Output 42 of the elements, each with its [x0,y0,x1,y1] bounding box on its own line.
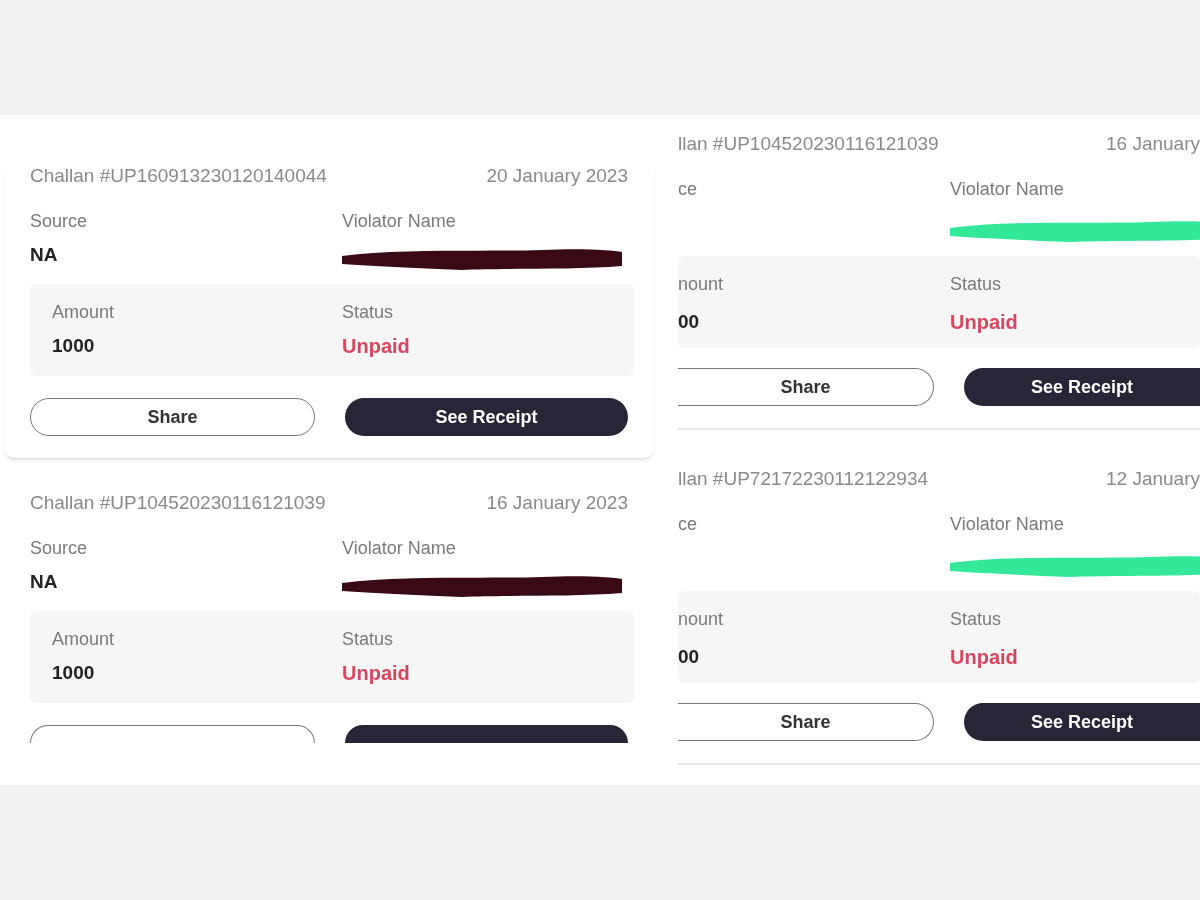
field-label: Violator Name [950,514,1064,535]
see-receipt-button[interactable]: See Receipt [964,703,1200,741]
challan-date: 12 January [1106,468,1200,490]
see-receipt-button[interactable]: See Receipt [964,368,1200,406]
challan-number: Challan #UP104520230116121039 [30,492,326,514]
challan-date: 16 January [1106,133,1200,155]
field-value: 00 [678,646,700,668]
status-text: Unpaid [342,662,410,685]
field-label: Violator Name [342,211,456,232]
field-label: ce [678,179,697,200]
field-value: NA [30,244,58,266]
field-value: 1000 [52,335,95,357]
field-value: 1000 [52,662,95,684]
field-label: Source [30,211,88,232]
field-label: Status [950,274,1002,295]
field-label: nount [678,274,724,295]
field-label: Source [30,538,88,559]
see-receipt-button[interactable] [345,725,628,743]
field-value: NA [30,571,58,593]
field-label: Status [342,302,394,323]
field-label: Status [342,629,394,650]
share-button[interactable] [30,725,315,743]
field-label: Amount [52,629,115,650]
see-receipt-button[interactable]: See Receipt [345,398,628,436]
field-label: Status [950,609,1002,630]
field-label: ce [678,514,697,535]
status-text: Unpaid [950,311,1018,334]
challan-date: 20 January 2023 [486,165,628,187]
share-button[interactable]: Share [30,398,315,436]
challan-number: llan #UP72172230112122934 [678,468,929,490]
status-text: Unpaid [342,335,410,358]
field-label: Violator Name [950,179,1064,200]
field-label: nount [678,609,724,630]
challan-date: 16 January 2023 [486,492,628,514]
share-button[interactable]: Share [678,703,934,741]
status-text: Unpaid [950,646,1018,669]
field-label: Amount [52,302,115,323]
challan-number: llan #UP104520230116121039 [678,133,939,155]
field-value: 00 [678,311,700,333]
field-label: Violator Name [342,538,456,559]
share-button[interactable]: Share [678,368,934,406]
challan-number: Challan #UP160913230120140044 [30,165,327,187]
